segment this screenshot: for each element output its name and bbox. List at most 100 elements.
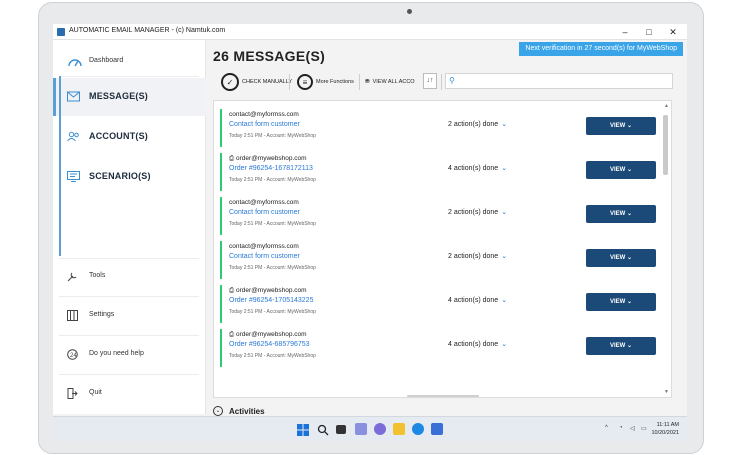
message-row[interactable]: contact@myformss.com Contact form custom… <box>220 109 662 147</box>
message-row[interactable]: ⎙ order@mywebshop.com Order #96254-68579… <box>220 329 662 367</box>
minimize-button[interactable]: – <box>613 25 637 39</box>
chat-icon[interactable] <box>374 423 386 435</box>
volume-icon[interactable]: ◁ <box>630 425 635 432</box>
file-explorer-icon[interactable] <box>393 423 405 435</box>
verification-banner: Next verification in 27 second(s) for My… <box>519 42 683 56</box>
view-button[interactable]: VIEW ⌄ <box>586 293 656 311</box>
battery-icon[interactable]: ▭ <box>641 425 647 432</box>
message-row[interactable]: ⎙ order@mywebshop.com Order #96254-17051… <box>220 285 662 323</box>
chevron-down-icon: ⌄ <box>626 167 633 173</box>
message-meta: Today 2:51 PM - Account: MyWebShop <box>229 309 316 315</box>
help-icon: 24 <box>67 349 78 360</box>
message-subject-link[interactable]: Contact form customer <box>229 253 300 260</box>
search-icon[interactable] <box>317 423 329 436</box>
edge-icon[interactable] <box>412 423 424 435</box>
sidebar-item-quit[interactable]: Quit <box>67 385 197 403</box>
actions-done-toggle[interactable]: 2 action(s) done ⌄ <box>448 208 507 216</box>
more-functions-label: More Functions <box>316 79 354 85</box>
horizontal-scrollbar[interactable] <box>407 395 479 397</box>
sidebar: Dashboard MESSAGE(S) ACCOUNT(S) SCENARIO… <box>53 40 206 414</box>
message-subject-link[interactable]: Contact form customer <box>229 209 300 216</box>
filter-icon: ⛃ <box>365 79 370 85</box>
search-input[interactable]: ⚲ <box>445 73 673 89</box>
sidebar-item-scenarios[interactable]: SCENARIO(S) <box>53 158 206 196</box>
view-all-accounts-button[interactable]: ⛃ VIEW ALL ACCO <box>365 72 415 92</box>
toolbar: ✓ CHECK MANUALLY ≡ More Functions ⛃ VIEW… <box>213 70 673 94</box>
chevron-down-icon: ⌄ <box>626 255 633 261</box>
start-icon[interactable] <box>297 423 309 436</box>
maximize-button[interactable]: □ <box>637 25 661 39</box>
page-title: 26 MESSAGE(S) <box>213 48 326 64</box>
message-subject-link[interactable]: Order #96254-1705143225 <box>229 297 313 304</box>
title-bar: AUTOMATIC EMAIL MANAGER - (c) Namtuk.com… <box>53 24 687 40</box>
message-meta: Today 2:51 PM - Account: MyWebShop <box>229 177 316 183</box>
toolbar-divider <box>289 74 290 90</box>
sidebar-item-accounts[interactable]: ACCOUNT(S) <box>53 118 206 156</box>
actions-done-label: 4 action(s) done <box>448 297 499 304</box>
view-button[interactable]: VIEW ⌄ <box>586 249 656 267</box>
scrollbar-thumb[interactable] <box>663 115 668 175</box>
actions-done-toggle[interactable]: 4 action(s) done ⌄ <box>448 164 507 172</box>
clock[interactable]: 11:11 AM 10/20/2021 <box>651 421 679 437</box>
actions-done-toggle[interactable]: 2 action(s) done ⌄ <box>448 120 507 128</box>
sidebar-item-help[interactable]: 24 Do you need help <box>67 346 197 364</box>
message-subject-link[interactable]: Contact form customer <box>229 121 300 128</box>
sender-address: order@mywebshop.com <box>236 155 307 162</box>
sidebar-item-settings[interactable]: Settings <box>67 307 197 325</box>
sidebar-item-messages[interactable]: MESSAGE(S) <box>53 78 206 116</box>
window-title: AUTOMATIC EMAIL MANAGER - (c) Namtuk.com <box>69 27 226 34</box>
search-icon: ⚲ <box>449 76 455 85</box>
view-label: VIEW <box>609 343 626 349</box>
store-icon[interactable] <box>431 423 443 435</box>
message-meta: Today 2:51 PM - Account: MyWebShop <box>229 353 316 359</box>
sender-address: order@mywebshop.com <box>236 331 307 338</box>
chevron-down-icon: ⌄ <box>501 341 508 348</box>
wifi-icon[interactable]: ◔ <box>619 425 623 431</box>
view-button[interactable]: VIEW ⌄ <box>586 205 656 223</box>
message-row[interactable]: contact@myformss.com Contact form custom… <box>220 197 662 235</box>
sort-button[interactable]: ↓↑ <box>423 73 437 89</box>
sidebar-item-label: ACCOUNT(S) <box>89 131 148 141</box>
chevron-up-icon[interactable]: ^ <box>605 425 608 431</box>
more-functions-button[interactable]: ≡ More Functions <box>297 72 354 92</box>
message-sender: contact@myformss.com <box>229 111 299 118</box>
message-subject-link[interactable]: Order #96254-1678172113 <box>229 165 313 172</box>
message-meta: Today 2:51 PM - Account: MyWebShop <box>229 265 316 271</box>
actions-done-toggle[interactable]: 4 action(s) done ⌄ <box>448 296 507 304</box>
actions-done-toggle[interactable]: 4 action(s) done ⌄ <box>448 340 507 348</box>
message-subject-link[interactable]: Order #96254-685796753 <box>229 341 310 348</box>
activities-label: Activities <box>229 406 265 416</box>
view-button[interactable]: VIEW ⌄ <box>586 161 656 179</box>
message-row[interactable]: ⎙ order@mywebshop.com Order #96254-16781… <box>220 153 662 191</box>
chevron-down-icon: ⌄ <box>626 299 633 305</box>
task-view-icon[interactable] <box>336 425 346 434</box>
chevron-down-icon: ⌄ <box>501 165 508 172</box>
view-all-accounts-label: VIEW ALL ACCO <box>372 79 415 85</box>
actions-done-label: 2 action(s) done <box>448 209 499 216</box>
scroll-down-arrow[interactable]: ▼ <box>664 389 669 395</box>
message-row[interactable]: contact@myformss.com Contact form custom… <box>220 241 662 279</box>
status-indicator <box>220 241 222 279</box>
divider <box>59 374 199 375</box>
toolbar-divider <box>359 74 360 90</box>
status-indicator <box>220 285 222 323</box>
status-indicator <box>220 153 222 191</box>
scroll-up-arrow[interactable]: ▲ <box>664 103 669 109</box>
attachment-icon: ⎙ <box>229 287 235 294</box>
view-button[interactable]: VIEW ⌄ <box>586 337 656 355</box>
view-button[interactable]: VIEW ⌄ <box>586 117 656 135</box>
widgets-icon[interactable] <box>355 423 367 435</box>
actions-done-toggle[interactable]: 2 action(s) done ⌄ <box>448 252 507 260</box>
close-button[interactable]: ✕ <box>661 25 685 39</box>
message-sender: contact@myformss.com <box>229 199 299 206</box>
activities-toggle[interactable]: ⌄ Activities <box>213 406 265 416</box>
scenario-icon <box>67 171 80 182</box>
chevron-down-icon: ⌄ <box>626 343 633 349</box>
list-icon: ≡ <box>297 74 313 90</box>
sidebar-item-tools[interactable]: Tools <box>67 268 197 286</box>
check-manually-button[interactable]: ✓ CHECK MANUALLY <box>221 72 292 92</box>
divider <box>59 296 199 297</box>
check-manually-label: CHECK MANUALLY <box>242 79 293 85</box>
sidebar-item-label: SCENARIO(S) <box>89 171 151 181</box>
chevron-down-icon: ⌄ <box>626 123 633 129</box>
